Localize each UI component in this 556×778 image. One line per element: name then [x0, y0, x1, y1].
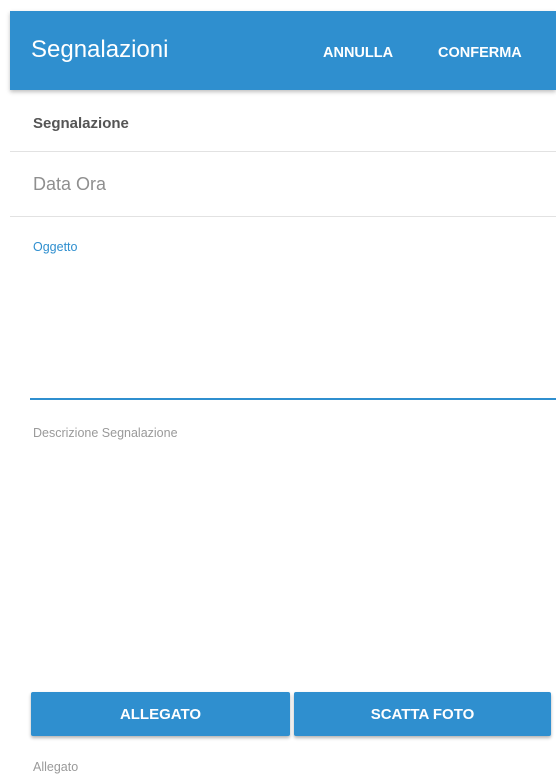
cancel-button[interactable]: ANNULLA: [323, 43, 393, 63]
allegato-label: Allegato: [33, 760, 79, 774]
divider: [10, 151, 556, 152]
app-bar: Segnalazioni ANNULLA CONFERMA: [10, 11, 556, 90]
allegato-button[interactable]: ALLEGATO: [31, 692, 290, 736]
section-header: Segnalazione: [33, 115, 129, 132]
descrizione-input[interactable]: Descrizione Segnalazione: [30, 418, 556, 678]
scatta-foto-button[interactable]: SCATTA FOTO: [294, 692, 551, 736]
divider: [10, 216, 556, 217]
oggetto-input[interactable]: [30, 258, 556, 398]
oggetto-underline: [30, 398, 556, 400]
app-title: Segnalazioni: [31, 36, 169, 63]
descrizione-placeholder: Descrizione Segnalazione: [33, 426, 178, 440]
data-ora-field[interactable]: Data Ora: [33, 170, 106, 198]
oggetto-label: Oggetto: [33, 240, 78, 254]
confirm-button[interactable]: CONFERMA: [438, 43, 522, 63]
